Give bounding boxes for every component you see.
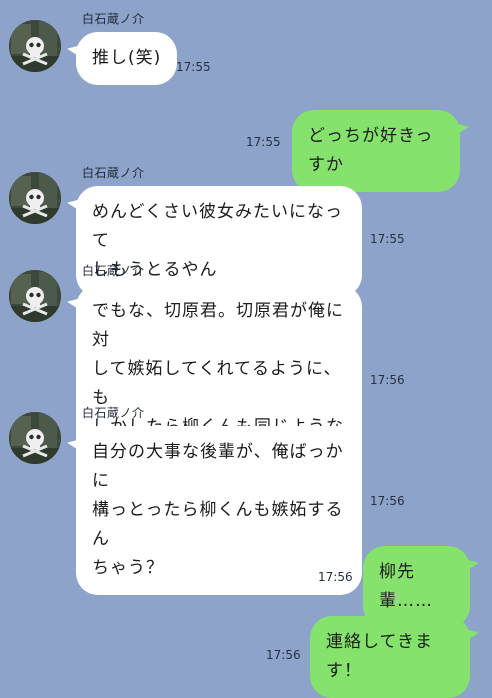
- skull-crossbones-avatar-icon: [9, 20, 61, 72]
- avatar[interactable]: [9, 172, 61, 224]
- message-time: 17:56: [370, 373, 405, 387]
- sender-name: 白石蔵ノ介: [82, 166, 145, 180]
- skull-crossbones-avatar-icon: [9, 270, 61, 322]
- avatar[interactable]: [9, 270, 61, 322]
- avatar[interactable]: [9, 20, 61, 72]
- skull-crossbones-avatar-icon: [9, 412, 61, 464]
- message-text: 連絡してきます！: [326, 632, 433, 681]
- message-time: 17:55: [246, 135, 281, 149]
- message-bubble-outgoing[interactable]: どっちが好きっすか: [292, 110, 460, 192]
- chat-area[interactable]: 白石蔵ノ介 推し(笑) 17:55 どっちが好きっすか 17:55 白石蔵ノ介 …: [0, 0, 492, 698]
- message-time: 17:56: [370, 494, 405, 508]
- message-text: 推し(笑): [92, 48, 162, 68]
- message-bubble-incoming[interactable]: めんどくさい彼女みたいになって しもうとるやん: [76, 186, 362, 297]
- message-time: 17:56: [266, 648, 301, 662]
- message-text: どっちが好きっすか: [308, 126, 434, 175]
- message-time: 17:55: [176, 60, 211, 74]
- message-text: 柳先輩……: [379, 562, 433, 611]
- message-text: 自分の大事な後輩が、俺ばっかに 構っとったら柳くんも嫉妬するん ちゃう？: [92, 442, 344, 578]
- sender-name: 白石蔵ノ介: [82, 406, 145, 420]
- sender-name: 白石蔵ノ介: [82, 12, 145, 26]
- message-time: 17:55: [370, 232, 405, 246]
- message-bubble-outgoing[interactable]: 連絡してきます！: [310, 616, 470, 698]
- message-bubble-incoming[interactable]: 推し(笑): [76, 32, 178, 85]
- message-time: 17:56: [318, 570, 353, 584]
- sender-name: 白石蔵ノ介: [82, 264, 145, 278]
- skull-crossbones-avatar-icon: [9, 172, 61, 224]
- avatar[interactable]: [9, 412, 61, 464]
